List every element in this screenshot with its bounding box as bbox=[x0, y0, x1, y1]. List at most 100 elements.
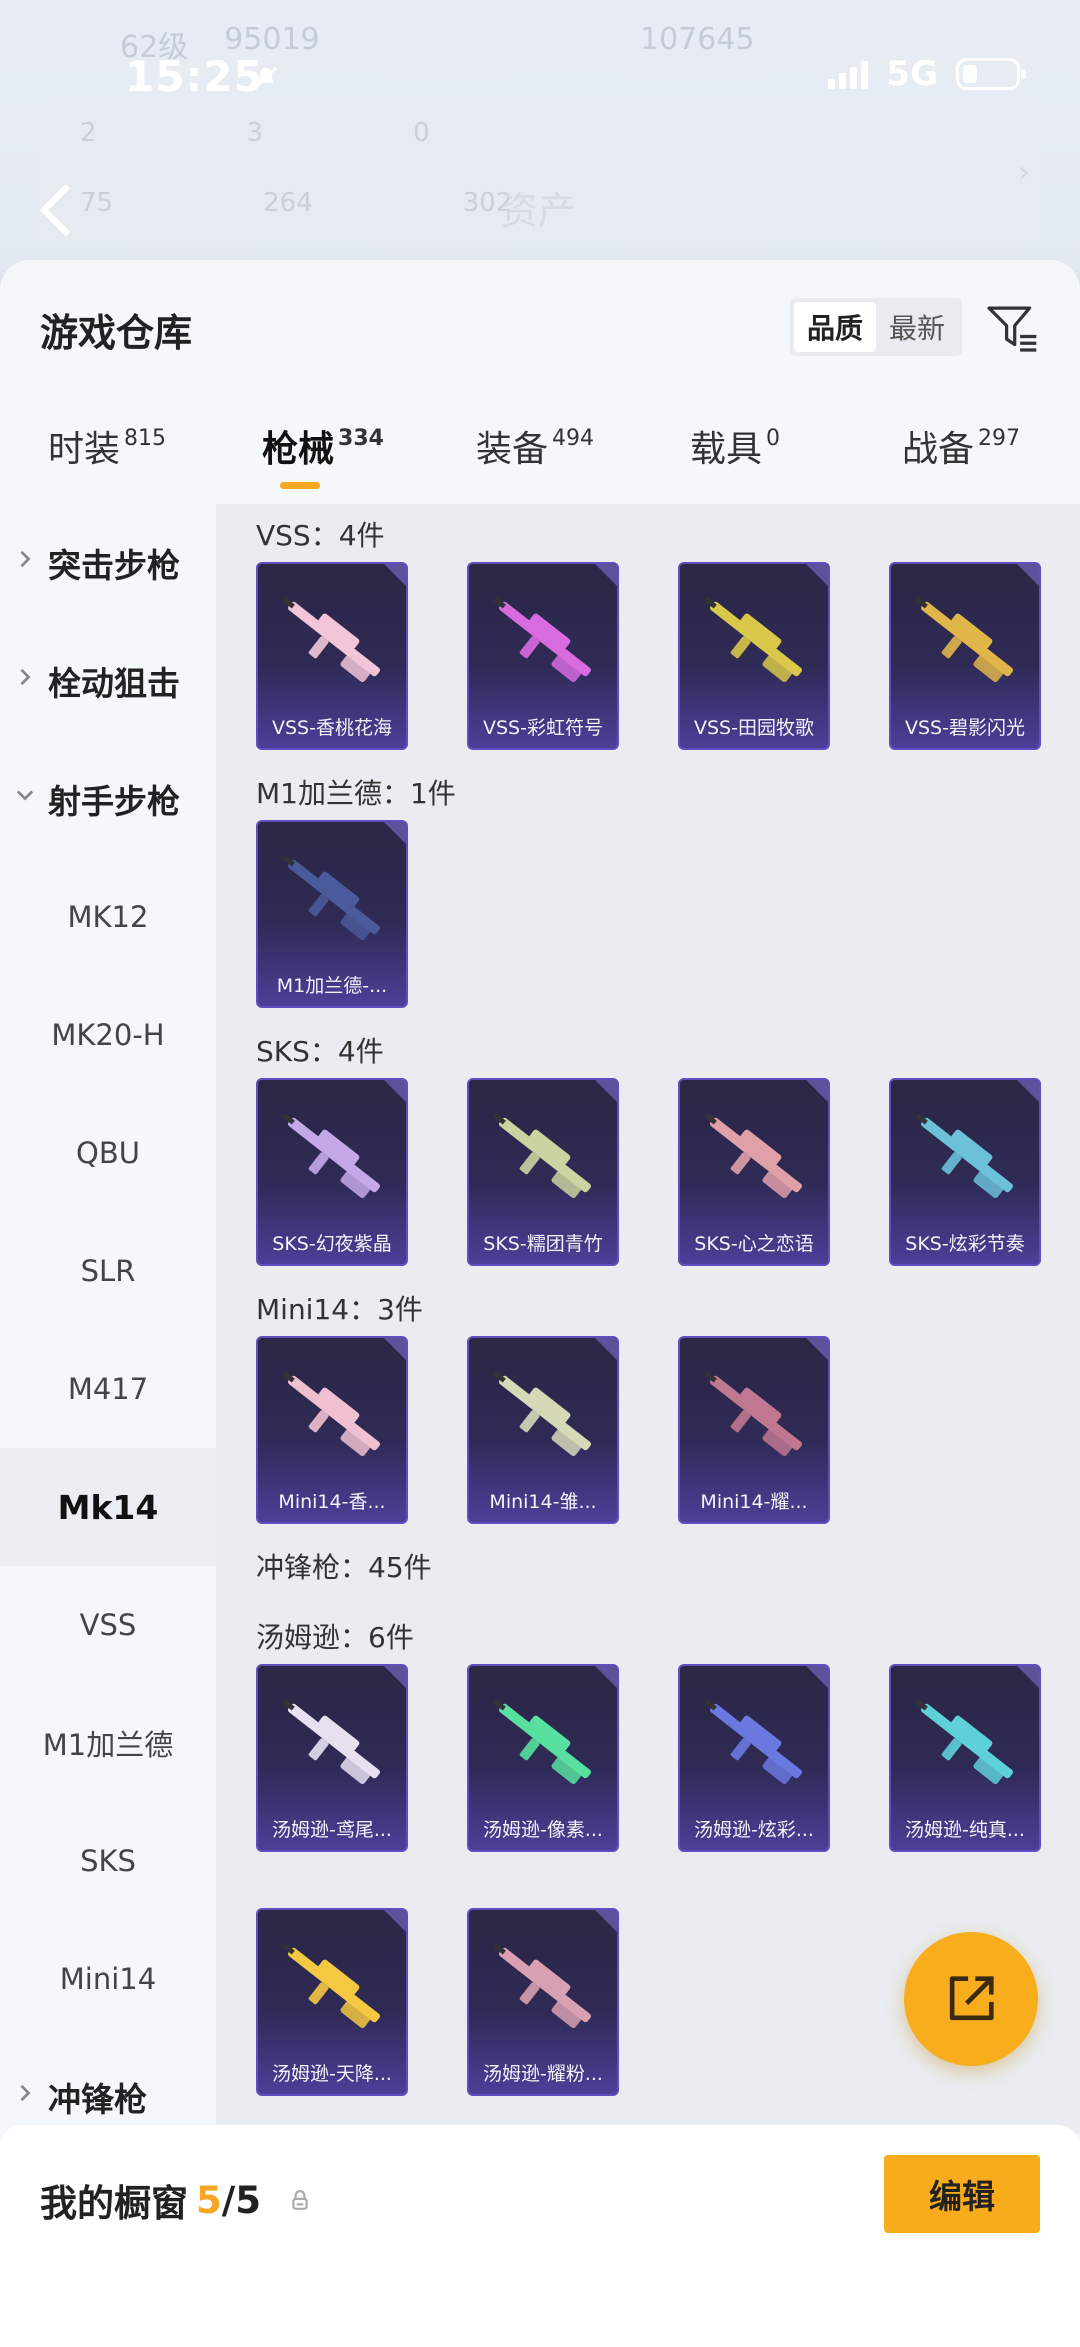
sidebar-item[interactable]: VSS bbox=[0, 1566, 216, 1684]
tab-firearms[interactable]: 枪械 334 bbox=[262, 420, 384, 489]
sidebar-item[interactable]: M1加兰德 bbox=[0, 1684, 216, 1802]
tab-label: 时装 bbox=[48, 429, 121, 470]
sort-newest-button[interactable]: 最新 bbox=[876, 302, 958, 352]
weapon-skin-card[interactable]: SKS-幻夜紫晶 bbox=[256, 1078, 408, 1266]
weapon-image bbox=[704, 1371, 802, 1456]
sidebar-item[interactable]: Mk14 bbox=[0, 1448, 216, 1566]
weapon-skin-card[interactable]: 汤姆逊-耀粉... bbox=[467, 1908, 619, 2096]
weapon-type-sidebar: 突击步枪栓动狙击射手步枪 MK12 MK20-H QBU SLR M417 Mk14 VSS M… bbox=[0, 504, 216, 2134]
weapon-skin-name: SKS-炫彩节奏 bbox=[905, 1233, 1025, 1255]
sort-toggle[interactable]: 品质 最新 bbox=[790, 298, 962, 356]
weapon-image bbox=[915, 597, 1013, 682]
weapon-skin-card[interactable]: VSS-碧影闪光 bbox=[889, 562, 1041, 750]
back-arrow-icon[interactable] bbox=[36, 180, 76, 240]
weapon-skin-card[interactable]: 汤姆逊-像素... bbox=[467, 1664, 619, 1852]
weapon-skin-card[interactable]: 汤姆逊-天降... bbox=[256, 1908, 408, 2096]
weapon-skin-card[interactable]: 汤姆逊-纯真... bbox=[889, 1664, 1041, 1852]
share-button[interactable] bbox=[904, 1932, 1038, 2066]
sidebar-item-label: 冲锋枪 bbox=[48, 2080, 147, 2119]
tab-gear[interactable]: 战备 297 bbox=[902, 420, 1020, 472]
weapon-skin-name: SKS-幻夜紫晶 bbox=[272, 1233, 392, 1255]
weapon-image bbox=[704, 1113, 802, 1198]
tab-vehicles[interactable]: 载具 0 bbox=[690, 420, 780, 472]
weapon-skin-card[interactable]: SKS-炫彩节奏 bbox=[889, 1078, 1041, 1266]
weapon-skin-card[interactable]: Mini14-雏... bbox=[467, 1336, 619, 1524]
weapon-skin-card[interactable]: VSS-香桃花海 bbox=[256, 562, 408, 750]
sidebar-item-label: 射手步枪 bbox=[48, 782, 180, 821]
asset-stat: 3 bbox=[246, 118, 264, 148]
weapon-skin-card[interactable]: Mini14-香... bbox=[256, 1336, 408, 1524]
weapon-image bbox=[282, 597, 380, 682]
weapon-skin-card[interactable]: 汤姆逊-鸢尾... bbox=[256, 1664, 408, 1852]
weapon-image bbox=[493, 1371, 591, 1456]
weapon-image bbox=[915, 1699, 1013, 1784]
weapon-image bbox=[282, 1699, 380, 1784]
sidebar-item[interactable]: SLR bbox=[0, 1212, 216, 1330]
sidebar-category[interactable]: 栓动狙击 bbox=[0, 622, 216, 740]
sidebar-item-label: 栓动狙击 bbox=[48, 664, 180, 703]
weapon-skin-name: VSS-田园牧歌 bbox=[694, 717, 814, 739]
profile-points: 107645 bbox=[640, 22, 755, 57]
weapon-skin-name: VSS-碧影闪光 bbox=[905, 717, 1025, 739]
asset-stat: 2 bbox=[80, 118, 97, 148]
weapon-image bbox=[493, 1699, 591, 1784]
sidebar-item[interactable]: Mini14 bbox=[0, 1920, 216, 2038]
asset-stat: 75 bbox=[80, 188, 114, 218]
group-label: SKS：4件 bbox=[256, 1035, 384, 1068]
sidebar-item-label: M1加兰德 bbox=[42, 1728, 174, 1762]
showcase-count: 5 bbox=[196, 2178, 222, 2222]
weapon-skin-card[interactable]: VSS-彩虹符号 bbox=[467, 562, 619, 750]
page-title: 游戏仓库 bbox=[40, 311, 193, 355]
edit-button[interactable]: 编辑 bbox=[884, 2155, 1040, 2233]
sidebar-item-label: Mk14 bbox=[57, 1487, 159, 1527]
tab-count: 0 bbox=[766, 426, 781, 451]
sidebar-item[interactable]: MK12 bbox=[0, 858, 216, 976]
weapon-skin-name: 汤姆逊-鸢尾... bbox=[272, 1819, 392, 1841]
weapon-image bbox=[282, 1371, 380, 1456]
weapon-image bbox=[704, 597, 802, 682]
tab-count: 815 bbox=[124, 426, 167, 451]
weapon-skin-name: Mini14-耀... bbox=[700, 1491, 808, 1513]
sidebar-category[interactable]: 突击步枪 bbox=[0, 504, 216, 622]
weapon-skin-name: 汤姆逊-天降... bbox=[272, 2063, 392, 2085]
sidebar-item[interactable]: QBU bbox=[0, 1094, 216, 1212]
group-label: 冲锋枪：45件 bbox=[256, 1551, 432, 1584]
asset-stats-row-2: 75 264 302 bbox=[80, 188, 512, 218]
weapon-skin-name: SKS-糯团青竹 bbox=[483, 1233, 603, 1255]
group-label: M1加兰德：1件 bbox=[256, 777, 456, 810]
tab-equipment[interactable]: 装备 494 bbox=[476, 420, 594, 472]
status-indicators: 5G bbox=[828, 54, 1026, 94]
weapon-image bbox=[704, 1699, 802, 1784]
weapon-skin-card[interactable]: SKS-心之恋语 bbox=[678, 1078, 830, 1266]
status-time: 15:25 bbox=[125, 52, 264, 101]
sidebar-item[interactable]: M417 bbox=[0, 1330, 216, 1448]
lock-icon bbox=[292, 2190, 308, 2210]
filter-icon[interactable] bbox=[985, 300, 1039, 354]
weapon-skin-name: M1加兰德-... bbox=[276, 975, 388, 997]
sidebar-category[interactable]: 射手步枪 bbox=[0, 740, 216, 858]
asset-label: 资产 bbox=[500, 189, 577, 233]
sort-quality-button[interactable]: 品质 bbox=[794, 302, 876, 352]
weapon-skin-name: 汤姆逊-纯真... bbox=[905, 1819, 1025, 1841]
weapon-skin-card[interactable]: 汤姆逊-炫彩... bbox=[678, 1664, 830, 1852]
sidebar-item[interactable]: SKS bbox=[0, 1802, 216, 1920]
showcase-info: 我的橱窗 5 /5 bbox=[40, 2173, 311, 2227]
sidebar-item[interactable]: MK20-H bbox=[0, 976, 216, 1094]
weapon-skin-name: Mini14-雏... bbox=[489, 1491, 597, 1513]
tab-label: 枪械 bbox=[262, 429, 335, 470]
chevron-down-icon bbox=[16, 790, 34, 801]
weapon-skin-card[interactable]: M1加兰德-... bbox=[256, 820, 408, 1008]
weapon-skin-card[interactable]: Mini14-耀... bbox=[678, 1336, 830, 1524]
weapon-skin-name: SKS-心之恋语 bbox=[694, 1233, 814, 1255]
asset-stats-row-1: 2 3 0 bbox=[80, 118, 430, 148]
weapon-image bbox=[493, 1943, 591, 2028]
bell-muted-icon bbox=[254, 66, 278, 90]
chevron-right-icon: › bbox=[1018, 155, 1030, 190]
weapon-skin-card[interactable]: SKS-糯团青竹 bbox=[467, 1078, 619, 1266]
tab-fashion[interactable]: 时装 815 bbox=[48, 420, 166, 472]
showcase-label: 我的橱窗 bbox=[40, 2182, 188, 2225]
weapon-skin-card[interactable]: VSS-田园牧歌 bbox=[678, 562, 830, 750]
asset-stat: 0 bbox=[413, 118, 430, 148]
network-type: 5G bbox=[886, 54, 938, 94]
weapon-skin-name: VSS-彩虹符号 bbox=[483, 717, 603, 739]
